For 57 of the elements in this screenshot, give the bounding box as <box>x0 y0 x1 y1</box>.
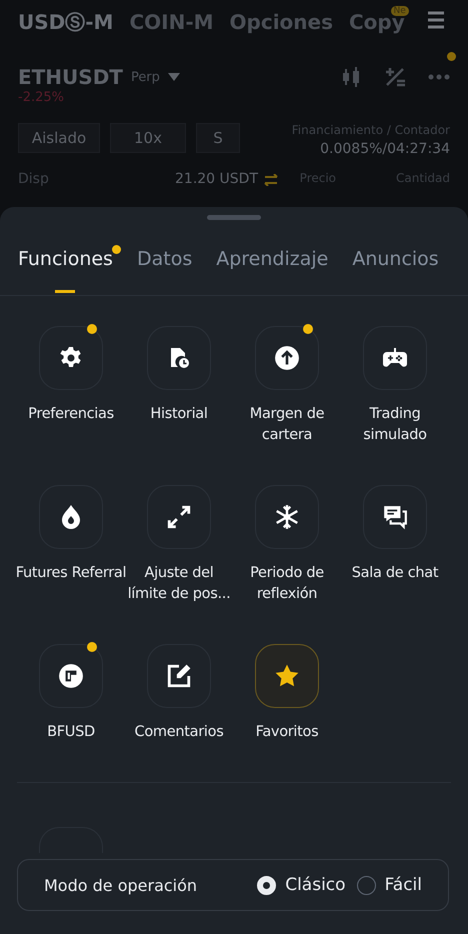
price-change: -2.25% <box>17 90 65 105</box>
feature-button[interactable] <box>363 326 427 390</box>
feature-label: Comentarios <box>134 723 224 742</box>
edit-icon <box>166 663 192 689</box>
feature-label: Historial <box>149 405 209 424</box>
feature-button[interactable] <box>255 326 319 390</box>
feature-button[interactable] <box>147 326 211 390</box>
feature-label: Preferencias <box>27 405 115 424</box>
market-tab[interactable]: USDⓈ-M <box>18 8 114 36</box>
feature-label: Favoritos <box>254 723 320 742</box>
sheet-tab[interactable]: Funciones <box>18 248 113 295</box>
tab-underline <box>55 290 76 293</box>
sheet-tab[interactable]: Datos <box>136 248 192 295</box>
menu-icon[interactable] <box>426 10 446 30</box>
available-value: 21.20 USDT <box>174 171 258 187</box>
sheet-tab[interactable]: Anuncios <box>352 248 439 295</box>
chat-icon <box>382 504 408 530</box>
snowflake-icon <box>274 504 300 530</box>
drag-handle[interactable] <box>207 215 261 220</box>
feature-button[interactable] <box>39 485 103 549</box>
symbol-name[interactable]: ETHUSDT <box>18 65 123 89</box>
feature-label: Futures Referral <box>15 564 127 583</box>
contract-type: Perp <box>130 70 160 84</box>
feature-button[interactable] <box>147 644 211 708</box>
feature-label: Trading simulado <box>362 405 428 445</box>
market-tab[interactable]: Opciones <box>230 10 333 34</box>
feature-button[interactable] <box>363 485 427 549</box>
order-setting-button[interactable]: Aislado <box>18 123 100 153</box>
feature-button[interactable] <box>39 326 103 390</box>
gear-icon <box>59 346 83 370</box>
feature-label: Ajuste del límite de pos... <box>126 564 232 604</box>
expand-icon <box>166 504 192 530</box>
mode-option[interactable]: Fácil <box>356 875 422 895</box>
caret-icon[interactable] <box>168 73 180 81</box>
feature-button[interactable] <box>255 644 319 708</box>
feature-label: Periodo de reflexión <box>249 564 325 604</box>
sheet-tab[interactable]: Aprendizaje <box>216 248 328 295</box>
notification-dot <box>447 52 456 61</box>
funding-value: 0.0085%/04:27:34 <box>319 141 450 157</box>
gamepad-icon <box>382 346 408 370</box>
radio-button[interactable] <box>356 876 376 894</box>
order-setting-button[interactable]: S <box>196 123 240 153</box>
star-icon <box>274 663 300 689</box>
mode-label: Modo de operación <box>44 876 198 894</box>
arrow-up-circle-icon <box>274 345 300 371</box>
drop-icon <box>60 504 82 530</box>
mode-option[interactable]: Clásico <box>257 875 346 895</box>
feature-button[interactable] <box>39 644 103 708</box>
feature-label: BFUSD <box>46 723 96 742</box>
market-tab[interactable]: COIN-M <box>129 10 214 34</box>
transfer-icon[interactable] <box>264 174 278 186</box>
feature-button[interactable] <box>147 485 211 549</box>
feature-label: Sala de chat <box>350 564 440 583</box>
feature-button[interactable] <box>255 485 319 549</box>
order-setting-button[interactable]: 10x <box>110 123 186 153</box>
feature-label: Margen de cartera <box>248 405 326 445</box>
coin-icon <box>58 663 84 689</box>
